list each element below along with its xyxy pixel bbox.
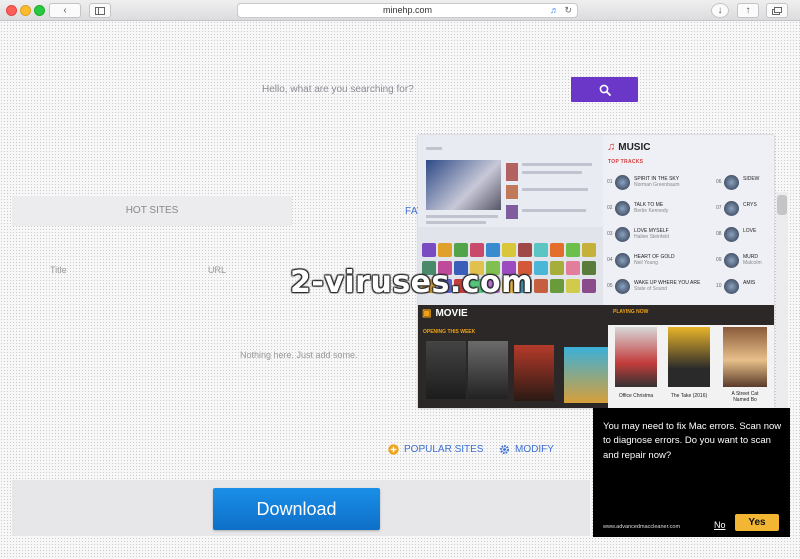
opening-this-week-heading: OPENING THIS WEEK [423, 329, 476, 335]
scrollbar-thumb[interactable] [777, 195, 787, 215]
popup-yes-button[interactable]: Yes [735, 514, 779, 531]
movie-poster [615, 327, 657, 387]
modify-link[interactable]: MODIFY [499, 444, 554, 455]
search-input[interactable] [256, 79, 568, 99]
popular-sites-link[interactable]: POPULAR SITES [388, 444, 483, 455]
download-arrow-icon: ↓ [717, 4, 723, 16]
popular-sites-label: POPULAR SITES [404, 444, 484, 455]
movie-poster [426, 341, 466, 399]
back-forward-buttons[interactable]: ‹ [49, 3, 81, 18]
empty-favorites-message: Nothing here. Just add some. [240, 350, 358, 360]
modify-label: MODIFY [515, 444, 554, 455]
sidebar-button[interactable] [89, 3, 111, 18]
close-window-button[interactable] [6, 5, 17, 16]
movie-poster [468, 341, 508, 399]
search-icon [599, 84, 611, 96]
movie-title: MOVIE [435, 308, 468, 319]
url-field-label: URL [208, 265, 227, 275]
watermark-text: 2-viruses.com [290, 265, 533, 300]
title-field-label: Title [50, 265, 67, 275]
top-tracks-heading: TOP TRACKS [608, 159, 644, 165]
music-note-icon: ♫ [607, 141, 616, 153]
movie-poster [668, 327, 710, 387]
share-button[interactable]: ↑ [737, 3, 759, 18]
popup-no-button[interactable]: No [714, 520, 726, 530]
sidebar-icon [95, 6, 105, 15]
downloads-button[interactable]: ↓ [711, 3, 729, 18]
speaker-icon[interactable]: ♬ [550, 4, 559, 17]
movie-caption: The Take (2016) [670, 393, 708, 399]
movie-caption: Office Christma [618, 393, 654, 399]
search-button[interactable] [571, 77, 638, 102]
music-title: MUSIC [618, 141, 651, 153]
news-photo [426, 160, 501, 210]
music-panel: ♫ MUSIC TOP TRACKS 01 SPIRIT IN THE SKY No… [603, 135, 774, 305]
mac-error-popup: You may need to fix Mac errors. Scan now… [593, 408, 790, 537]
share-icon: ↑ [745, 4, 751, 16]
chevron-left-icon: ‹ [63, 4, 67, 16]
browser-toolbar: ‹ minehp.com ♬ ↻ ↓ ↑ [0, 0, 800, 21]
movie-poster [514, 345, 554, 401]
plus-circle-icon [388, 444, 399, 455]
playing-now-heading: PLAYING NOW [613, 309, 649, 315]
film-icon: ▣ [422, 308, 432, 319]
zoom-window-button[interactable] [34, 5, 45, 16]
tabs-icon [772, 6, 782, 15]
popup-message: You may need to fix Mac errors. Scan now… [603, 421, 782, 461]
scrollbar-track[interactable] [776, 192, 788, 412]
minimize-window-button[interactable] [20, 5, 31, 16]
gear-icon [499, 444, 510, 455]
movie-poster [564, 347, 608, 403]
popup-site-url: www.advancedmaccleaner.com [603, 524, 681, 530]
tabs-overview-button[interactable] [766, 3, 788, 18]
movie-panel: ▣ MOVIE OPENING THIS WEEK PLAYING NOW Of… [418, 305, 774, 408]
download-button[interactable]: Download [213, 488, 380, 530]
tab-hot-sites[interactable]: HOT SITES [12, 196, 292, 226]
movie-caption: A Street Cat Named Bo [731, 391, 759, 403]
movie-poster [723, 327, 767, 387]
reload-icon[interactable]: ↻ [564, 4, 572, 17]
address-url: minehp.com [382, 5, 433, 15]
address-bar[interactable]: minehp.com ♬ ↻ [237, 3, 578, 18]
